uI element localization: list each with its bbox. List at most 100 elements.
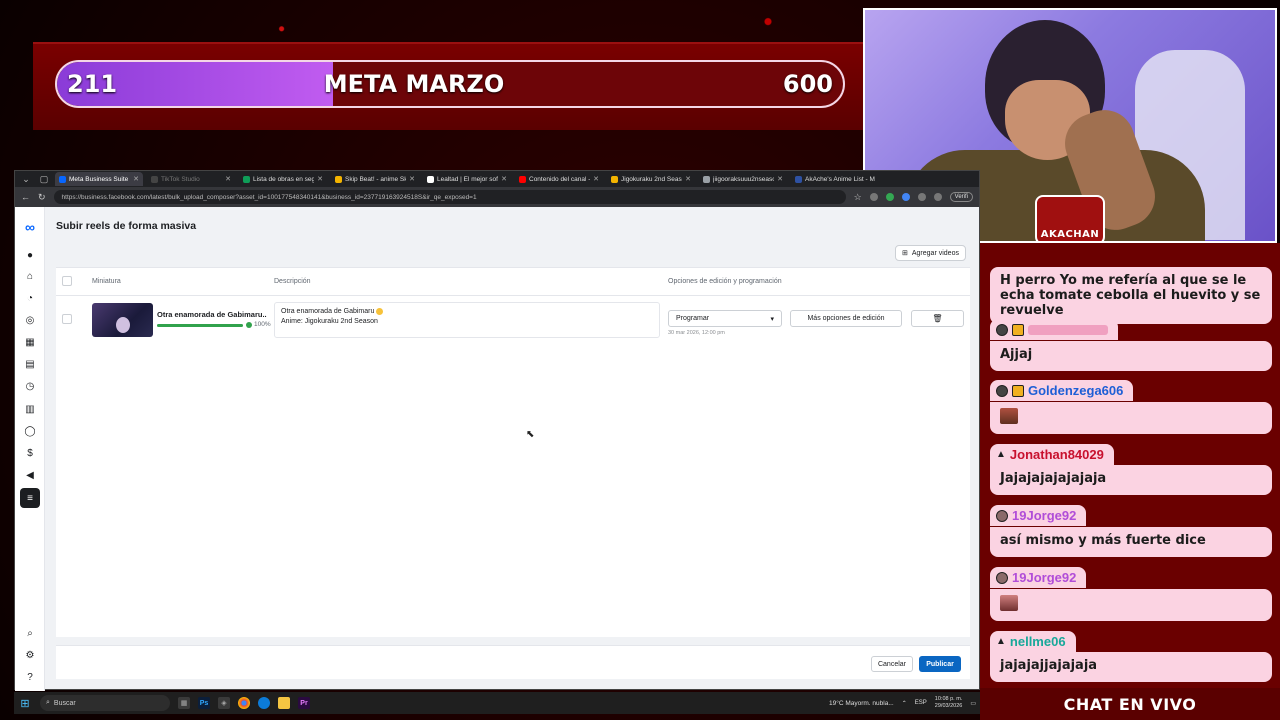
sheets-favicon-icon	[243, 175, 250, 183]
windows-start-icon[interactable]: ⊞	[18, 697, 32, 710]
chat-message-text	[990, 401, 1272, 434]
avatar[interactable]: ●	[24, 249, 36, 261]
video-thumbnail[interactable]	[92, 303, 153, 337]
meta-left-rail: ∞ ● ⌂ ◔ ◎ ▦ ▤ ◷ ▥ ◯ $ ◀ ≡ ⌕ ⚙ ?	[15, 207, 45, 691]
schedule-dropdown[interactable]: Programar ▾	[668, 310, 782, 327]
chat-message-text: Jajajajajajajaja	[990, 465, 1272, 495]
task-view-icon[interactable]: ▦	[178, 697, 190, 709]
upload-progress-bar	[157, 324, 243, 327]
taskbar-search[interactable]: ⌕ Buscar	[40, 695, 170, 711]
compass-icon[interactable]: ◎	[24, 314, 36, 326]
ads-icon[interactable]: ◯	[24, 425, 36, 437]
url-field[interactable]: https://business.facebook.com/latest/bul…	[53, 190, 846, 204]
system-tray-chevron-icon[interactable]: ⌃	[902, 700, 907, 707]
select-all-checkbox[interactable]	[62, 276, 72, 286]
goal-title: META MARZO	[323, 70, 505, 98]
bookmark-star-icon[interactable]: ☆	[854, 192, 862, 203]
file-explorer-icon[interactable]	[278, 697, 290, 709]
monetization-icon[interactable]: $	[24, 447, 36, 459]
home-icon[interactable]: ⌂	[24, 270, 36, 282]
taskbar-clock[interactable]: 10:08 p. m. 29/03/2026	[935, 696, 963, 710]
publish-button[interactable]: Publicar	[919, 656, 961, 672]
photoshop-icon[interactable]: Ps	[198, 697, 210, 709]
delete-button[interactable]: 🗑	[911, 310, 964, 327]
settings-gear-icon[interactable]: ⚙	[24, 649, 36, 661]
meta-logo-icon[interactable]: ∞	[24, 219, 36, 235]
language-indicator[interactable]: ESP	[915, 700, 927, 706]
insights-chart-icon[interactable]: ▥	[24, 403, 36, 415]
chat-message: 19Jorge92 así mismo y más fuerte dice	[990, 505, 1272, 557]
extension-icon[interactable]	[901, 193, 910, 201]
extension-icon[interactable]	[933, 193, 942, 201]
tab-sheets[interactable]: Lista de obras en segu ✕	[239, 172, 327, 186]
chat-message: Ajjaj	[990, 319, 1272, 371]
tab-youtube-studio[interactable]: Contenido del canal - Y ✕	[515, 172, 603, 186]
edge-icon[interactable]	[258, 697, 270, 709]
site-favicon-icon	[427, 175, 434, 183]
column-header-thumbnail: Miniatura	[92, 278, 121, 285]
content-icon[interactable]: ▤	[24, 358, 36, 370]
weather-widget[interactable]: 19°C Mayorm. nubla...	[829, 700, 894, 707]
description-line: Otra enamorada de Gabimaru	[281, 307, 653, 317]
add-videos-button[interactable]: ⊞ Agregar videos	[895, 245, 966, 261]
address-bar: ← ↻ https://business.facebook.com/latest…	[15, 187, 979, 207]
chat-username-text: 19Jorge92	[1012, 570, 1077, 585]
emote-image	[1000, 407, 1018, 424]
extension-icon[interactable]	[885, 193, 894, 201]
tab-close-icon[interactable]: ✕	[133, 175, 139, 183]
extension-icon[interactable]	[869, 193, 878, 201]
row-checkbox[interactable]	[62, 314, 72, 324]
globe-favicon-icon	[703, 175, 710, 183]
trash-icon: 🗑	[932, 314, 943, 323]
verify-button[interactable]: Verifi	[949, 192, 973, 202]
chrome-icon[interactable]	[238, 697, 250, 709]
search-icon[interactable]: ⌕	[24, 627, 36, 639]
description-field[interactable]: Otra enamorada de Gabimaru Anime: Jigoku…	[274, 302, 660, 338]
more-edit-options-button[interactable]: Más opciones de edición	[790, 310, 902, 327]
planner-icon[interactable]: ◷	[24, 380, 36, 392]
tab-meta-business-suite[interactable]: Meta Business Suite ✕	[55, 172, 143, 186]
tab-close-icon[interactable]: ✕	[685, 175, 691, 183]
tab-close-icon[interactable]: ✕	[501, 175, 507, 183]
tab-skip-beat[interactable]: Skip Beat! - anime Skip ✕	[331, 172, 419, 186]
chat-message: Goldenzega606	[990, 380, 1272, 434]
mouse-cursor-icon: ⬉	[526, 429, 535, 440]
megaphone-icon[interactable]: ◀	[24, 469, 36, 481]
chat-message-text: jajajajjajajaja	[990, 652, 1272, 682]
tab-close-icon[interactable]: ✕	[225, 175, 231, 183]
chat-username-text: Jonathan84029	[1009, 447, 1104, 462]
composer-footer: Cancelar Publicar	[56, 645, 970, 679]
chat-username: ▲ Jonathan84029	[990, 444, 1114, 465]
tab-close-icon[interactable]: ✕	[409, 175, 415, 183]
extension-icon[interactable]	[917, 193, 926, 201]
notifications-icon[interactable]: ▭	[970, 700, 976, 707]
app-icon[interactable]: ◈	[218, 697, 230, 709]
help-icon[interactable]: ?	[24, 671, 36, 683]
taskbar-search-placeholder: Buscar	[53, 699, 76, 707]
notifications-bell-icon[interactable]: ◔	[24, 292, 36, 304]
tab-search-icon[interactable]: ⌄	[19, 174, 33, 185]
back-arrow-icon[interactable]: ←	[21, 192, 30, 202]
reload-icon[interactable]: ↻	[38, 192, 46, 203]
column-header-description: Descripción	[274, 278, 311, 285]
upload-progress-label: 100%	[254, 321, 271, 328]
tab-close-icon[interactable]: ✕	[317, 175, 323, 183]
tab-jigokuraku[interactable]: Jigokuraku 2nd Season✕	[607, 172, 695, 186]
eye-badge-icon	[996, 323, 1008, 336]
chat-footer-label: CHAT EN VIVO	[980, 688, 1280, 720]
tab-close-icon[interactable]: ✕	[777, 175, 783, 183]
premiere-icon[interactable]: Pr	[298, 697, 310, 709]
inbox-icon[interactable]: ▦	[24, 336, 36, 348]
all-tools-menu-icon[interactable]: ≡	[20, 488, 40, 508]
tab-anime-list[interactable]: AkAche's Anime List - M	[791, 172, 879, 186]
tab-close-icon[interactable]: ✕	[593, 175, 599, 183]
cancel-button[interactable]: Cancelar	[871, 656, 913, 672]
tab-lealtad[interactable]: Lealtad | El mejor softw ✕	[423, 172, 511, 186]
triangle-badge-icon: ▲	[996, 636, 1006, 647]
search-icon: ⌕	[46, 699, 50, 706]
clock-time: 10:08 p. m.	[934, 696, 963, 702]
tab-tiktok-studio[interactable]: TikTok Studio ✕	[147, 172, 235, 186]
chat-username: ▲ nellme06	[990, 631, 1076, 652]
tab-jigokuraku-search[interactable]: jiigooraksuuu2nseaso ✕	[699, 172, 787, 186]
tab-groups-icon[interactable]: ▢	[37, 174, 51, 185]
